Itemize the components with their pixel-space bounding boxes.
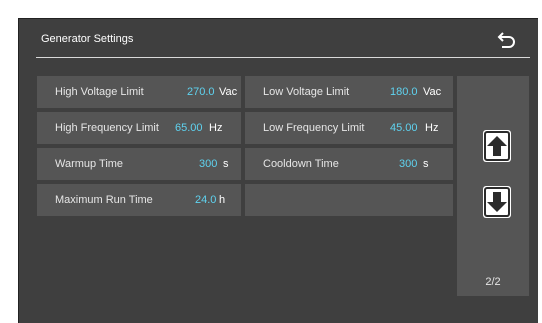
setting-maximum-run-time[interactable]: Maximum Run Time 24.0 h (37, 184, 241, 216)
setting-cooldown-time[interactable]: Cooldown Time 300 s (245, 148, 453, 180)
setting-label: Warmup Time (55, 158, 124, 170)
setting-warmup-time[interactable]: Warmup Time 300 s (37, 148, 241, 180)
page-title: Generator Settings (41, 33, 134, 45)
settings-row: Maximum Run Time 24.0 h (37, 184, 453, 216)
setting-low-frequency-limit[interactable]: Low Frequency Limit 45.00 Hz (245, 112, 453, 144)
empty-setting-cell (245, 184, 453, 216)
setting-unit: s (223, 158, 229, 170)
settings-row: High Frequency Limit 65.00 Hz Low Freque… (37, 112, 453, 144)
page-down-button[interactable] (483, 186, 511, 218)
setting-label: High Frequency Limit (55, 122, 159, 134)
setting-unit: Hz (425, 122, 439, 134)
setting-high-frequency-limit[interactable]: High Frequency Limit 65.00 Hz (37, 112, 241, 144)
setting-label: Cooldown Time (263, 158, 339, 170)
generator-settings-screen: Generator Settings High Voltage Limit 27… (18, 18, 538, 323)
setting-value: 270.0 (187, 86, 215, 98)
setting-high-voltage-limit[interactable]: High Voltage Limit 270.0 Vac (37, 76, 241, 108)
setting-value: 65.00 (175, 122, 203, 134)
page-navigation-panel: 2/2 (457, 76, 529, 296)
setting-value: 300 (399, 158, 418, 170)
setting-low-voltage-limit[interactable]: Low Voltage Limit 180.0 Vac (245, 76, 453, 108)
settings-row: Warmup Time 300 s Cooldown Time 300 s (37, 148, 453, 180)
setting-unit: s (423, 158, 429, 170)
setting-unit: h (219, 194, 226, 206)
header-divider (36, 57, 530, 58)
page-indicator: 2/2 (485, 276, 501, 288)
setting-unit: Vac (219, 86, 238, 98)
arrow-up-icon (484, 131, 510, 161)
setting-value: 24.0 (195, 194, 217, 206)
setting-label: High Voltage Limit (55, 86, 144, 98)
back-button[interactable] (496, 29, 518, 51)
header: Generator Settings (19, 19, 538, 59)
setting-value: 45.00 (390, 122, 418, 134)
setting-value: 300 (199, 158, 218, 170)
setting-label: Low Frequency Limit (263, 122, 365, 134)
setting-label: Low Voltage Limit (263, 86, 350, 98)
arrow-down-icon (484, 187, 510, 217)
setting-unit: Hz (209, 122, 223, 134)
page-up-button[interactable] (483, 130, 511, 162)
setting-label: Maximum Run Time (55, 194, 153, 206)
setting-value: 180.0 (390, 86, 418, 98)
back-arrow-icon (497, 32, 515, 48)
settings-row: High Voltage Limit 270.0 Vac Low Voltage… (37, 76, 453, 108)
setting-unit: Vac (423, 86, 442, 98)
